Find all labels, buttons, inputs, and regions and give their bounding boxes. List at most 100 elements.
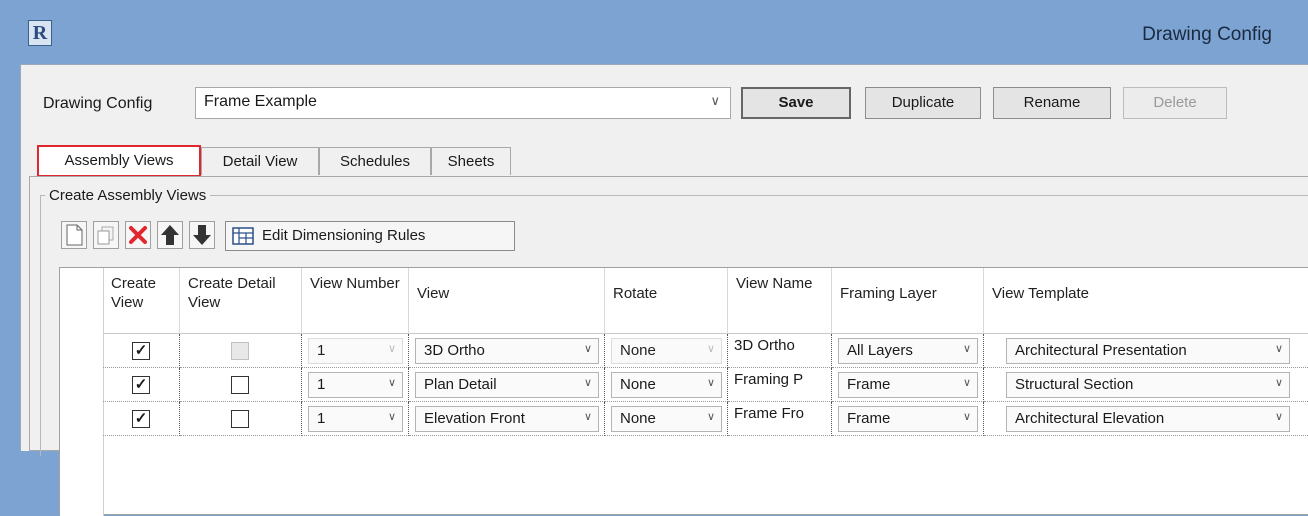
framing-layer-value: Frame: [847, 410, 891, 427]
column-header-framing-layer[interactable]: Framing Layer: [832, 268, 984, 334]
framing-layer-select[interactable]: Frame ∨: [838, 406, 978, 432]
view-template-value: Structural Section: [1015, 376, 1134, 393]
dimension-rules-icon: [232, 227, 254, 245]
save-button[interactable]: Save: [741, 87, 851, 119]
framing-layer-value: All Layers: [847, 342, 913, 359]
rotate-select[interactable]: None ∨: [611, 406, 722, 432]
tab-schedules[interactable]: Schedules: [319, 147, 431, 175]
create-view-checkbox[interactable]: ✓: [132, 376, 150, 394]
chevron-down-icon: ∨: [962, 343, 971, 355]
view-select[interactable]: 3D Ortho ∨: [415, 338, 599, 364]
create-view-cell: ✓: [103, 334, 180, 368]
view-select[interactable]: Plan Detail ∨: [415, 372, 599, 398]
view-number-select[interactable]: 1 ∨: [308, 406, 403, 432]
view-template-select[interactable]: Architectural Elevation ∨: [1006, 406, 1290, 432]
chevron-down-icon: ∨: [706, 411, 715, 423]
column-header-view-number[interactable]: View Number: [302, 268, 409, 334]
column-header-view-template[interactable]: View Template: [984, 268, 1308, 334]
create-view-checkbox[interactable]: ✓: [132, 342, 150, 360]
rotate-cell: None ∨: [605, 368, 728, 402]
rotate-cell: None ∨: [605, 334, 728, 368]
edit-dimensioning-rules-button[interactable]: Edit Dimensioning Rules: [225, 221, 515, 251]
create-detail-view-cell: [180, 402, 302, 436]
view-cell: 3D Ortho ∨: [409, 334, 605, 368]
view-name-cell[interactable]: Frame Fro: [728, 402, 832, 436]
drawing-config-value: Frame Example: [204, 93, 317, 110]
framing-layer-select[interactable]: All Layers ∨: [838, 338, 978, 364]
title-bar: R Drawing Config: [0, 0, 1308, 64]
framing-layer-select[interactable]: Frame ∨: [838, 372, 978, 398]
move-down-icon[interactable]: [189, 221, 215, 249]
chevron-down-icon: ∨: [583, 411, 592, 423]
view-name-value: 3D Ortho: [734, 337, 795, 354]
rename-button[interactable]: Rename: [993, 87, 1111, 119]
view-cell: Elevation Front ∨: [409, 402, 605, 436]
column-header-create-view[interactable]: Create View: [103, 268, 180, 334]
column-header-view-name[interactable]: View Name: [728, 268, 832, 334]
main-panel: Drawing Config Frame Example ∨ Save Dupl…: [20, 64, 1308, 516]
delete-button[interactable]: Delete: [1123, 87, 1227, 119]
view-number-cell: 1 ∨: [302, 402, 409, 436]
view-name-cell[interactable]: Framing P: [728, 368, 832, 402]
chevron-down-icon: ∨: [706, 343, 715, 355]
chevron-down-icon: ∨: [1274, 411, 1283, 423]
framing-layer-cell: Frame ∨: [832, 368, 984, 402]
view-select[interactable]: Elevation Front ∨: [415, 406, 599, 432]
create-detail-view-checkbox[interactable]: [231, 342, 249, 360]
tab-sheets[interactable]: Sheets: [431, 147, 511, 175]
view-template-cell: Architectural Presentation ∨: [984, 334, 1308, 368]
new-row-icon[interactable]: [61, 221, 87, 249]
tab-assembly-views[interactable]: Assembly Views: [37, 145, 201, 177]
duplicate-button[interactable]: Duplicate: [865, 87, 981, 119]
drawing-config-select[interactable]: Frame Example ∨: [195, 87, 731, 119]
create-detail-view-checkbox[interactable]: [231, 410, 249, 428]
chevron-down-icon: ∨: [583, 377, 592, 389]
chevron-down-icon: ∨: [1274, 377, 1283, 389]
window-title: Drawing Config: [1142, 24, 1272, 45]
view-template-cell: Structural Section ∨: [984, 368, 1308, 402]
app-icon: R: [28, 20, 52, 46]
view-number-value: 1: [317, 410, 326, 427]
edit-dimensioning-rules-label: Edit Dimensioning Rules: [262, 227, 426, 244]
view-template-value: Architectural Presentation: [1015, 342, 1187, 359]
chevron-down-icon: ∨: [387, 411, 396, 423]
create-view-cell: ✓: [103, 402, 180, 436]
framing-layer-cell: All Layers ∨: [832, 334, 984, 368]
chevron-down-icon: ∨: [706, 377, 715, 389]
create-view-checkbox[interactable]: ✓: [132, 410, 150, 428]
view-number-select[interactable]: 1 ∨: [308, 372, 403, 398]
view-value: Elevation Front: [424, 410, 525, 427]
group-title: Create Assembly Views: [45, 187, 211, 204]
view-number-value: 1: [317, 376, 326, 393]
view-number-select[interactable]: 1 ∨: [308, 338, 403, 364]
framing-layer-cell: Frame ∨: [832, 402, 984, 436]
create-detail-view-checkbox[interactable]: [231, 376, 249, 394]
framing-layer-value: Frame: [847, 376, 891, 393]
tab-detail-view[interactable]: Detail View: [201, 147, 319, 175]
rotate-select[interactable]: None ∨: [611, 338, 722, 364]
chevron-down-icon: ∨: [962, 411, 971, 423]
row-header-column: [60, 268, 104, 516]
column-header-create-detail-view[interactable]: Create Detail View: [180, 268, 302, 334]
chevron-down-icon: ∨: [962, 377, 971, 389]
rotate-value: None: [620, 410, 656, 427]
view-template-select[interactable]: Architectural Presentation ∨: [1006, 338, 1290, 364]
column-header-rotate[interactable]: Rotate: [605, 268, 728, 334]
view-template-select[interactable]: Structural Section ∨: [1006, 372, 1290, 398]
drawing-config-label: Drawing Config: [43, 95, 153, 112]
view-template-cell: Architectural Elevation ∨: [984, 402, 1308, 436]
delete-row-icon[interactable]: [125, 221, 151, 249]
chevron-down-icon: ∨: [387, 343, 396, 355]
chevron-down-icon: ∨: [1274, 343, 1283, 355]
copy-row-icon[interactable]: [93, 221, 119, 249]
view-number-cell: 1 ∨: [302, 368, 409, 402]
move-up-icon[interactable]: [157, 221, 183, 249]
view-cell: Plan Detail ∨: [409, 368, 605, 402]
view-number-value: 1: [317, 342, 326, 359]
chevron-down-icon: ∨: [710, 93, 720, 108]
rotate-cell: None ∨: [605, 402, 728, 436]
column-header-view[interactable]: View: [409, 268, 605, 334]
view-name-cell[interactable]: 3D Ortho: [728, 334, 832, 368]
rotate-select[interactable]: None ∨: [611, 372, 722, 398]
rotate-value: None: [620, 342, 656, 359]
